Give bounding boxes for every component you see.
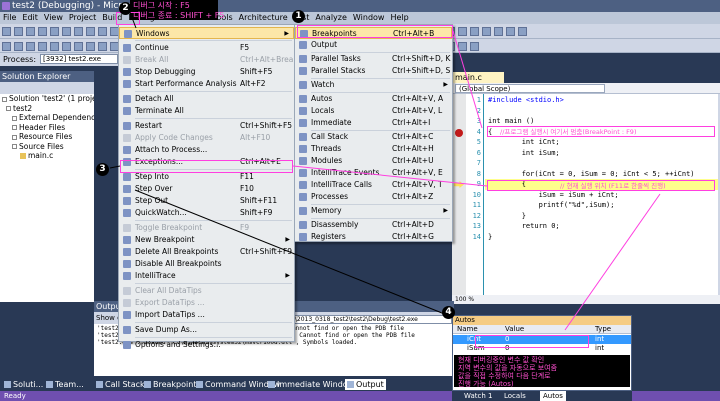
annotation-marker-4: 4 xyxy=(442,306,455,319)
annotation-marker-2: 2 xyxy=(119,2,132,15)
annotation-marker-3: 3 xyxy=(96,163,109,176)
annotation-marker-1: 1 xyxy=(292,10,305,23)
annotation-arrows xyxy=(109,9,661,331)
